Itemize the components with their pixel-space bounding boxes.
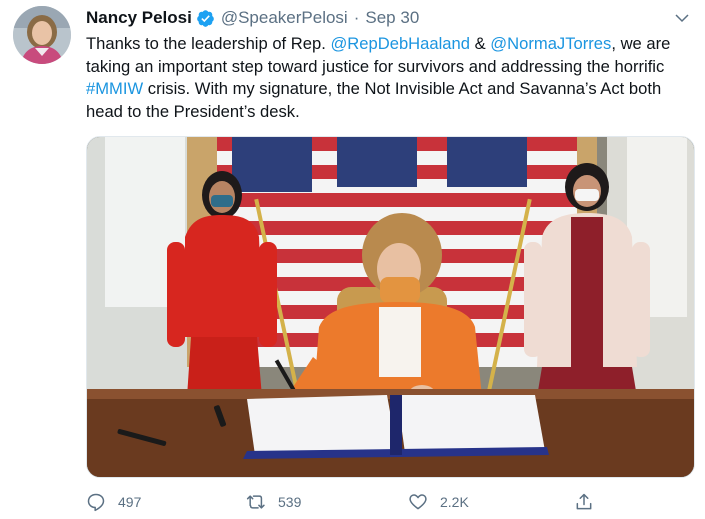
share-button[interactable] [574,492,594,512]
author-name[interactable]: Nancy Pelosi [86,8,192,28]
retweet-count: 539 [278,494,302,510]
separator-dot: · [353,8,360,27]
tweet-text: Thanks to the leadership of Rep. @RepDeb… [86,33,696,123]
avatar-image [13,6,71,64]
mention-link[interactable]: @NormaJTorres [490,34,611,53]
tweet-text-part: Thanks to the leadership of Rep. [86,34,331,53]
hashtag-link[interactable]: #MMIW [86,79,143,98]
verified-badge-icon [196,9,215,28]
reply-count: 497 [118,494,142,510]
reply-icon [87,493,105,512]
avatar[interactable] [13,6,71,64]
like-count: 2.2K [440,494,469,510]
mention-link[interactable]: @RepDebHaaland [330,34,470,53]
reply-button[interactable]: 497 [86,492,141,512]
tweet-text-part: crisis. With my signature, the Not Invis… [86,79,662,121]
retweet-button[interactable]: 539 [246,492,301,512]
share-icon [576,493,592,510]
tweet-actions: 497 539 2.2K [86,490,606,516]
tweet-photo[interactable] [86,136,695,478]
heart-icon [409,494,427,510]
tweet-header: Nancy Pelosi @SpeakerPelosi · Sep 30 [86,7,691,29]
tweet[interactable]: Nancy Pelosi @SpeakerPelosi · Sep 30 Tha… [0,0,705,519]
tweet-text-part: & [470,34,491,53]
signing-ceremony-photo [87,137,694,477]
chevron-down-icon[interactable] [673,9,691,27]
like-button[interactable]: 2.2K [408,492,469,512]
tweet-timestamp[interactable]: Sep 30 [365,8,419,28]
author-handle[interactable]: @SpeakerPelosi [221,8,348,28]
retweet-icon [246,495,265,509]
